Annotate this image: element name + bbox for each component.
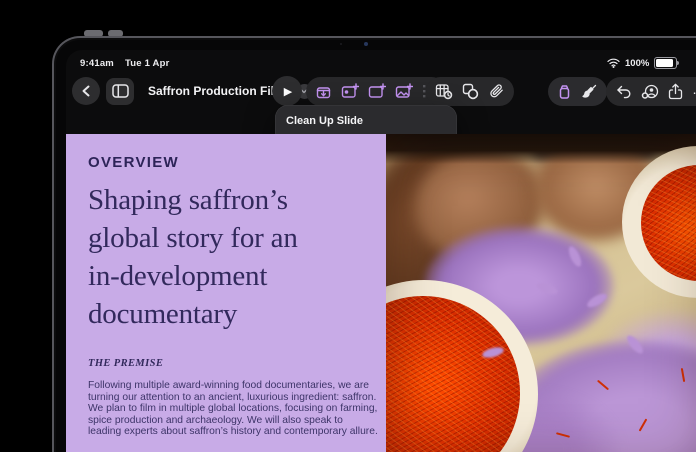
collaborate-icon[interactable] <box>641 83 659 100</box>
slide-body-text: Following multiple award-winning food do… <box>88 380 378 438</box>
battery-icon <box>654 57 677 69</box>
popup-title: Clean Up Slide <box>286 115 446 127</box>
wifi-icon <box>607 58 620 68</box>
clock: 9:41am <box>80 58 114 69</box>
chart-clock-icon[interactable] <box>435 83 453 100</box>
view-options-button[interactable] <box>106 78 134 105</box>
heading-line: Shaping saffron’s <box>88 181 386 219</box>
paperclip-icon[interactable] <box>488 83 505 100</box>
share-icon[interactable] <box>668 83 683 100</box>
front-camera <box>364 42 368 46</box>
back-button[interactable] <box>72 77 100 105</box>
more-icon[interactable]: … <box>692 84 696 94</box>
brush-icon[interactable] <box>581 83 598 100</box>
shapes-icon[interactable] <box>462 83 479 100</box>
ipad-screen: 9:41am Tue 1 Apr 100% <box>66 50 696 452</box>
actions-toolbar-group: … <box>606 77 696 106</box>
play-button[interactable]: ▶ <box>272 76 302 106</box>
status-bar: 9:41am Tue 1 Apr <box>80 58 170 69</box>
add-slide-icon[interactable] <box>368 83 386 100</box>
slide-canvas[interactable]: OVERVIEW Shaping saffron’s global story … <box>66 134 696 452</box>
add-photo-icon[interactable] <box>341 83 359 100</box>
slide-text-panel[interactable]: OVERVIEW Shaping saffron’s global story … <box>66 134 386 452</box>
scene: 9:41am Tue 1 Apr 100% <box>0 0 696 452</box>
photo-vignette <box>386 134 696 452</box>
slide-premise-label: THE PREMISE <box>88 358 386 369</box>
clean-up-icon[interactable] <box>315 83 332 100</box>
ipad-device: 9:41am Tue 1 Apr 100% <box>52 36 696 452</box>
document-title[interactable]: Saffron Production Film <box>148 84 285 98</box>
battery-percent: 100% <box>625 58 649 69</box>
slide-photo[interactable] <box>386 134 696 452</box>
sidebar-icon <box>112 84 129 98</box>
object-toolbar-group <box>426 77 514 106</box>
date: Tue 1 Apr <box>125 58 170 69</box>
marker-icon[interactable] <box>557 83 572 100</box>
add-media-icon[interactable] <box>395 83 413 100</box>
undo-icon[interactable] <box>615 84 632 99</box>
heading-line: global story for an <box>88 219 386 257</box>
status-bar-right: 100% <box>607 57 677 69</box>
play-icon: ▶ <box>284 85 292 98</box>
back-icon <box>80 84 92 98</box>
insert-toolbar-group <box>306 77 446 106</box>
heading-line: in-development <box>88 257 386 295</box>
camera-sensor <box>340 43 342 45</box>
pencil-tools-group <box>548 77 607 106</box>
slide-heading: Shaping saffron’s global story for an in… <box>88 181 386 333</box>
slide-eyebrow: OVERVIEW <box>88 154 386 171</box>
heading-line: documentary <box>88 295 386 333</box>
